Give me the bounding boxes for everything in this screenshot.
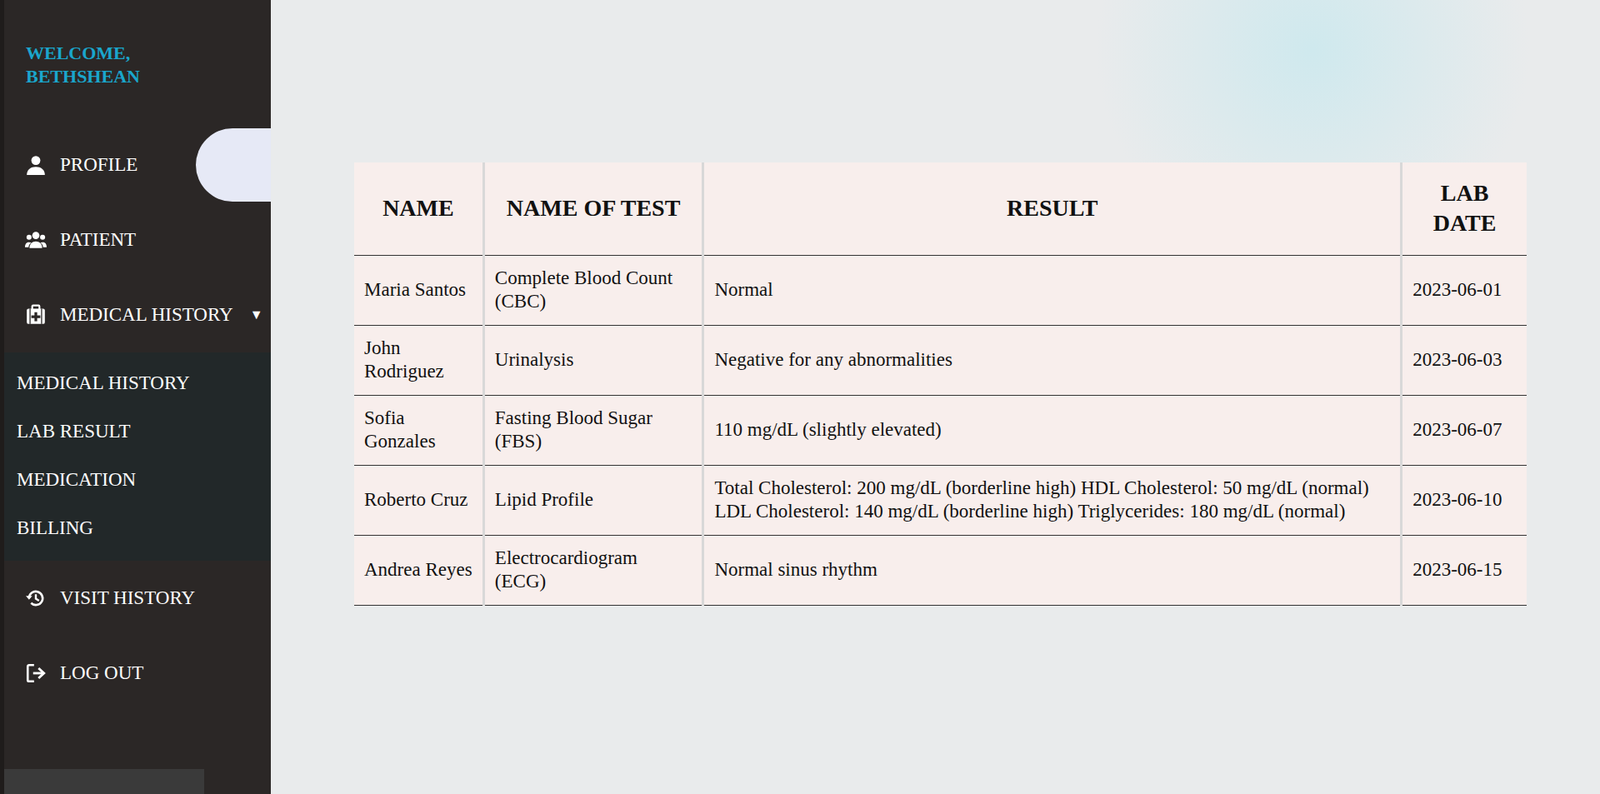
submenu-item[interactable]: MEDICAL HISTORY xyxy=(4,359,271,408)
sidebar-label: PATIENT xyxy=(60,225,136,255)
sidebar-label: PROFILE xyxy=(60,150,138,180)
table-cell: Complete Blood Count (CBC) xyxy=(483,255,704,325)
users-icon xyxy=(25,229,47,251)
table-row[interactable]: John RodriguezUrinalysisNegative for any… xyxy=(354,325,1527,395)
user-icon xyxy=(25,154,47,176)
table-cell: 2023-06-15 xyxy=(1401,535,1527,605)
caret-icon[interactable]: ▼ xyxy=(250,305,264,325)
history-icon xyxy=(25,587,47,610)
table-cell: Normal xyxy=(703,255,1402,325)
column-header: NAME OF TEST xyxy=(483,162,704,255)
table-cell: 2023-06-03 xyxy=(1401,325,1527,395)
active-indicator xyxy=(195,128,271,202)
table-row[interactable]: Andrea ReyesElectrocardiogram (ECG)Norma… xyxy=(354,535,1527,605)
table-cell: Total Cholesterol: 200 mg/dL (borderline… xyxy=(703,465,1402,535)
table-cell: Roberto Cruz xyxy=(354,465,484,535)
header-row: NAMENAME OF TESTRESULTLAB DATE xyxy=(354,162,1527,255)
table-cell: Sofia Gonzales xyxy=(354,395,484,465)
table-cell: Lipid Profile xyxy=(483,465,704,535)
medkit-icon xyxy=(25,304,47,326)
submenu-item[interactable]: BILLING xyxy=(4,504,271,553)
table-cell: Maria Santos xyxy=(354,255,484,325)
sidebar-item[interactable]: PATIENT xyxy=(4,202,271,278)
table-cell: 110 mg/dL (slightly elevated) xyxy=(703,395,1402,465)
table-cell: Urinalysis xyxy=(483,325,704,395)
column-header: RESULT xyxy=(703,162,1402,255)
submenu-item[interactable]: LAB RESULT xyxy=(4,407,271,456)
table-cell: 2023-06-10 xyxy=(1401,465,1527,535)
sidebar-item[interactable]: MEDICAL HISTORY ▼ xyxy=(4,277,271,353)
main-content: NAMENAME OF TESTRESULTLAB DATEMaria Sant… xyxy=(270,0,1600,794)
sidebar: WELCOME, BETHSHEAN PROFILE PATIENT MEDICAL … xyxy=(0,0,271,794)
column-header: LAB DATE xyxy=(1401,162,1527,255)
table-header: NAMENAME OF TESTRESULTLAB DATE xyxy=(354,162,1527,255)
sidebar-item[interactable]: LOG OUT xyxy=(4,635,271,711)
lab-result-table: NAMENAME OF TESTRESULTLAB DATEMaria Sant… xyxy=(354,162,1527,606)
table-cell: 2023-06-01 xyxy=(1401,255,1527,325)
welcome-text: WELCOME, BETHSHEAN xyxy=(4,0,146,128)
sidebar-item[interactable]: PROFILE xyxy=(4,127,271,203)
table-cell: John Rodriguez xyxy=(354,325,484,395)
table-cell: Fasting Blood Sugar (FBS) xyxy=(483,395,704,465)
sidebar-label: VISIT HISTORY xyxy=(60,584,195,614)
scroll-strip xyxy=(4,769,205,794)
table-body: Maria SantosComplete Blood Count (CBC)No… xyxy=(354,255,1527,605)
column-header: NAME xyxy=(354,162,484,255)
sidebar-label: MEDICAL HISTORY xyxy=(60,300,234,330)
table-cell: 2023-06-07 xyxy=(1401,395,1527,465)
sidebar-label: LOG OUT xyxy=(60,659,144,689)
table-cell: Negative for any abnormalities xyxy=(703,325,1402,395)
table-cell: Andrea Reyes xyxy=(354,535,484,605)
table-cell: Normal sinus rhythm xyxy=(703,535,1402,605)
logout-icon xyxy=(25,662,47,685)
submenu: MEDICAL HISTORYLAB RESULTMEDICATIONBILLI… xyxy=(4,352,271,561)
table-row[interactable]: Maria SantosComplete Blood Count (CBC)No… xyxy=(354,255,1527,325)
submenu-item[interactable]: MEDICATION xyxy=(4,455,271,505)
table-row[interactable]: Roberto CruzLipid ProfileTotal Cholester… xyxy=(354,465,1527,535)
table-row[interactable]: Sofia GonzalesFasting Blood Sugar (FBS)1… xyxy=(354,395,1527,465)
sidebar-item[interactable]: VISIT HISTORY xyxy=(4,560,271,636)
table-cell: Electrocardiogram (ECG) xyxy=(483,535,704,605)
